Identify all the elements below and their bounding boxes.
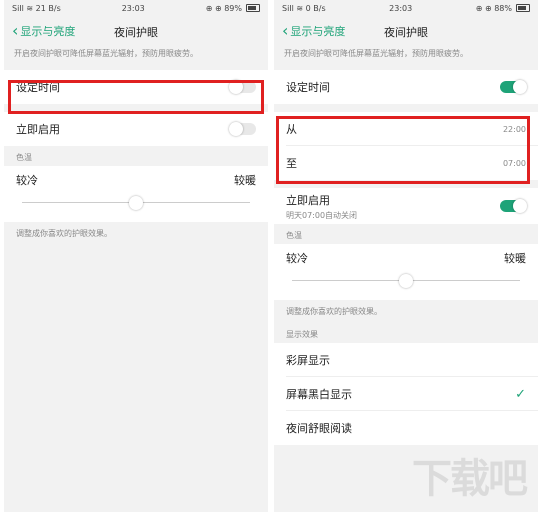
color-temp-header: 色温 [286, 231, 302, 240]
color-temp-slider[interactable] [286, 272, 526, 290]
slider-thumb[interactable] [129, 196, 143, 210]
phone-screen-left: SiIl ≋ 21 B/s 23:03 ⊕ ⊕ 89% ‹ 显示与亮度 夜间护眼… [4, 0, 268, 512]
display-option-row[interactable]: 夜间舒眼阅读 [274, 411, 538, 445]
temp-note: 调整成你喜欢的护眼效果。 [286, 307, 382, 316]
cool-label: 较冷 [286, 252, 308, 265]
display-option-row[interactable]: 彩屏显示 [274, 343, 538, 377]
phone-screen-right: SiIl ≋ 0 B/s 23:03 ⊕ ⊕ 88% ‹ 显示与亮度 夜间护眼 … [274, 0, 538, 512]
battery-icon [246, 4, 260, 12]
status-battery-text: ⊕ ⊕ 89% [205, 3, 242, 13]
display-option-label: 彩屏显示 [286, 354, 330, 367]
enable-now-sub: 明天07:00自动关闭 [286, 210, 358, 220]
battery-icon [516, 4, 530, 12]
highlight-box [8, 80, 264, 114]
color-temp-header: 色温 [16, 153, 32, 162]
feature-description: 开启夜间护眼可降低屏幕蓝光辐射，预防用眼疲劳。 [284, 49, 468, 58]
title-bar: ‹ 显示与亮度 夜间护眼 [4, 16, 268, 46]
page-title: 夜间护眼 [114, 26, 158, 39]
checkmark-icon: ✓ [515, 386, 526, 402]
feature-description: 开启夜间护眼可降低屏幕蓝光辐射，预防用眼疲劳。 [14, 49, 198, 58]
enable-now-row[interactable]: 立即启用 明天07:00自动关闭 [274, 188, 538, 224]
status-battery-text: ⊕ ⊕ 88% [475, 3, 512, 13]
watermark-logo: 下载吧 [412, 456, 528, 502]
enable-now-label: 立即启用 [16, 123, 60, 136]
status-time: 23:03 [389, 3, 413, 13]
display-effect-header: 显示效果 [286, 330, 318, 339]
schedule-label: 设定时间 [286, 81, 330, 94]
title-bar: ‹ 显示与亮度 夜间护眼 [274, 16, 538, 46]
temp-note: 调整成你喜欢的护眼效果。 [16, 229, 112, 238]
warm-label: 较暖 [504, 252, 526, 265]
enable-now-row[interactable]: 立即启用 [4, 112, 268, 146]
page-title: 夜间护眼 [384, 26, 428, 39]
color-temp-block: 较冷 较暖 [274, 244, 538, 300]
warm-label: 较暖 [234, 174, 256, 187]
enable-now-label: 立即启用 [286, 193, 330, 207]
status-bar: SiIl ≋ 21 B/s 23:03 ⊕ ⊕ 89% [4, 0, 268, 16]
display-option-row[interactable]: 屏幕黑白显示 ✓ [274, 377, 538, 411]
enable-now-toggle[interactable] [500, 199, 527, 213]
color-temp-block: 较冷 较暖 [4, 166, 268, 222]
status-signal: SiIl ≋ 21 B/s [12, 3, 61, 13]
status-time: 23:03 [121, 3, 145, 13]
display-option-label: 夜间舒眼阅读 [286, 422, 352, 435]
highlight-box [276, 116, 530, 184]
display-option-label: 屏幕黑白显示 [286, 388, 352, 401]
schedule-toggle[interactable] [500, 80, 527, 94]
status-bar: SiIl ≋ 0 B/s 23:03 ⊕ ⊕ 88% [274, 0, 538, 16]
color-temp-slider[interactable] [16, 194, 256, 212]
enable-now-toggle[interactable] [229, 122, 256, 136]
slider-thumb[interactable] [399, 274, 413, 288]
display-options-list: 彩屏显示屏幕黑白显示 ✓ 夜间舒眼阅读 [274, 343, 538, 445]
status-signal: SiIl ≋ 0 B/s [282, 3, 326, 13]
cool-label: 较冷 [16, 174, 38, 187]
schedule-row[interactable]: 设定时间 [274, 70, 538, 104]
